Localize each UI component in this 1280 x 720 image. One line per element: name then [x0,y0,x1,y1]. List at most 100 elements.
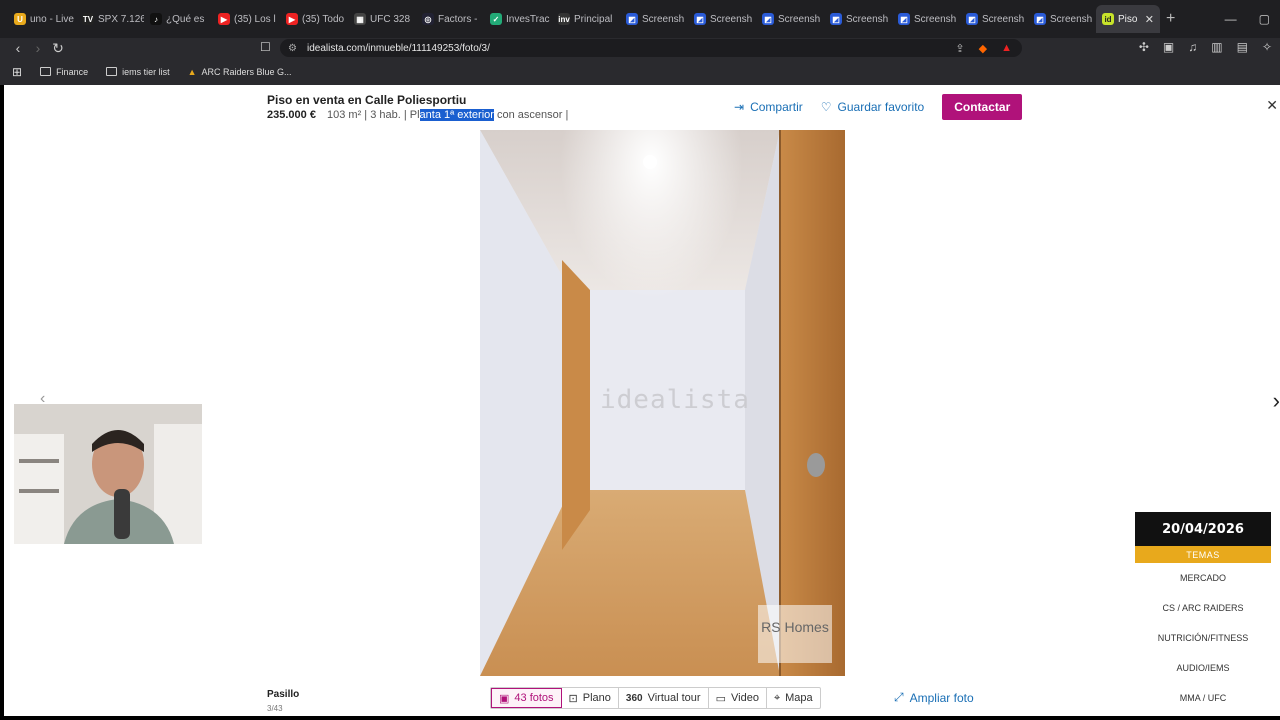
tab-7[interactable]: ✓ InvesTrac [484,5,552,33]
tab-9[interactable]: ◩ Screensh [620,5,688,33]
tab-search-icon[interactable]: ▤ [1237,40,1248,54]
close-tab-icon[interactable]: ✕ [1145,13,1154,26]
tab-4[interactable]: ▶ (35) Todo [280,5,348,33]
bookmark-icon[interactable]: ☐ [260,40,271,54]
webcam-image [14,404,202,544]
tab-label: Plano [582,692,611,704]
tab-strip: Uuno - Live TV SPX 7.126 ♪ ¿Qué es ▶ (35) Los … [8,5,1096,33]
idealista-favicon-icon: id [1102,13,1114,25]
tab-favicon-icon: ◩ [830,13,842,25]
favorite-label: Guardar favorito [837,100,925,114]
window-controls: — ▢ [1225,0,1280,38]
tab-title: Principal [574,13,613,25]
expand-icon: ⤢ [894,690,904,704]
site-info-icon[interactable]: ⚙ [288,43,297,54]
tab-favicon-icon: ◩ [1034,13,1046,25]
extensions-icon[interactable]: ✣ [1139,40,1149,54]
next-photo-icon[interactable]: › [1273,388,1280,414]
contact-button[interactable]: Contactar [942,94,1023,120]
brave-shield-icon[interactable]: ◆ [979,42,987,55]
url-field[interactable]: ⚙ idealista.com/inmueble/111149253/foto/… [280,39,1022,57]
tab-favicon-icon: ✓ [490,13,502,25]
minimize-icon[interactable]: — [1225,12,1237,26]
tab-floorplan[interactable]: ⊡ Plano [562,688,619,708]
tab-favicon-icon: TV [82,13,94,25]
bookmark-arc-raiders[interactable]: ▲ ARC Raiders Blue G... [188,67,292,77]
tab-favicon-icon: U [14,13,26,25]
folder-icon [40,67,52,76]
tab-title: Screensh [1050,13,1093,25]
reload-icon[interactable]: ↻ [48,40,68,57]
webcam-overlay [14,404,202,544]
tab-title: uno - Live [30,13,74,25]
bookmark-label: Finance [56,66,89,77]
tab-virtual-tour[interactable]: 360 Virtual tour [619,688,709,708]
tab-map[interactable]: ⌖ Mapa [767,688,820,708]
tab-1[interactable]: TV SPX 7.126 [76,5,144,33]
tab-13[interactable]: ◩ Screensh [892,5,960,33]
listing-photo[interactable]: idealista RS Homes [480,130,845,676]
back-icon[interactable]: ‹ [8,40,28,56]
url-text: idealista.com/inmueble/111149253/foto/3/ [306,42,490,54]
wallet-icon[interactable]: ▣ [1163,40,1174,54]
tab-photos[interactable]: ▣ 43 fotos [491,688,562,708]
expand-label: Ampliar foto [909,690,974,705]
rewards-icon[interactable]: ▲ [1001,42,1012,54]
tab-8[interactable]: inv Principal [552,5,620,33]
expand-photo-button[interactable]: ⤢ Ampliar foto [894,690,974,705]
favorite-button[interactable]: ♡ Guardar favorito [821,100,924,114]
tab-favicon-icon: ◎ [422,13,434,25]
tab-14[interactable]: ◩ Screensh [960,5,1028,33]
photo-counter: 3/43 [267,704,283,713]
tab-6[interactable]: ◎ Factors - [416,5,484,33]
tab-10[interactable]: ◩ Screensh [688,5,756,33]
tab-3[interactable]: ▶ (35) Los l [212,5,280,33]
media-icon[interactable]: ♫ [1188,40,1197,54]
close-gallery-icon[interactable]: ✕ [1266,97,1278,114]
tab-2[interactable]: ♪ ¿Qué es [144,5,212,33]
tab-title: Screensh [846,13,889,25]
agency-logo: RS Homes [758,605,832,663]
leo-ai-icon[interactable]: ✧ [1262,40,1272,54]
tab-title: Piso [1118,13,1138,25]
tab-title: Screensh [778,13,821,25]
tab-favicon-icon: ◩ [626,13,638,25]
tab-15[interactable]: ◩ Screensh [1028,5,1096,33]
tab-label: 43 fotos [514,692,554,704]
tab-favicon-icon: ▶ [286,13,298,25]
tab-favicon-icon: ◩ [898,13,910,25]
tab-video[interactable]: ▭ Video [709,688,767,708]
address-toolbar: ‹ › ↻ ☐ ⚙ idealista.com/inmueble/1111492… [0,38,1280,58]
apps-grid-icon[interactable]: ⊞ [12,65,22,79]
overlay-item: AUDIO/IEMS [1176,663,1230,673]
bookmark-iems[interactable]: iems tier list [106,67,170,77]
sidebar-icon[interactable]: ▥ [1211,40,1222,54]
tab-12[interactable]: ◩ Screensh [824,5,892,33]
tab-title: SPX 7.126 [98,13,144,25]
tab-active[interactable]: id Piso ✕ [1096,5,1160,33]
new-tab-icon[interactable]: + [1166,10,1175,28]
share-page-icon[interactable]: ⇪ [955,42,964,55]
floorplan-icon: ⊡ [568,692,578,705]
tab-title: Factors - [438,13,478,25]
bookmark-label: ARC Raiders Blue G... [201,66,292,77]
tab-title: Screensh [642,13,685,25]
bookmark-label: iems tier list [122,66,170,77]
tab-0[interactable]: Uuno - Live [8,5,76,33]
maximize-icon[interactable]: ▢ [1259,12,1270,26]
tab-title: InvesTrac [506,13,550,25]
share-arrow-icon: ⇥ [734,100,745,114]
media-tabs: ▣ 43 fotos ⊡ Plano 360 Virtual tour ▭ Vi… [490,687,821,709]
gallery-footer: Pasillo 3/43 ▣ 43 fotos ⊡ Plano 360 Virt… [4,676,1280,716]
tab-favicon-icon: ◩ [966,13,978,25]
share-button[interactable]: ⇥ Compartir [734,100,803,114]
forward-icon[interactable]: › [28,40,48,56]
tab-favicon-icon: ▦ [354,13,366,25]
photo-caption: Pasillo [267,689,300,700]
overlay-item: CS / ARC RAIDERS [1162,603,1244,613]
tab-title: Screensh [914,13,957,25]
tab-5[interactable]: ▦ UFC 328 [348,5,416,33]
bookmark-finance[interactable]: Finance [40,67,88,77]
tab-11[interactable]: ◩ Screensh [756,5,824,33]
listing-info: 235.000 € 103 m² | 3 hab. | Planta 1ª ex… [267,109,568,121]
